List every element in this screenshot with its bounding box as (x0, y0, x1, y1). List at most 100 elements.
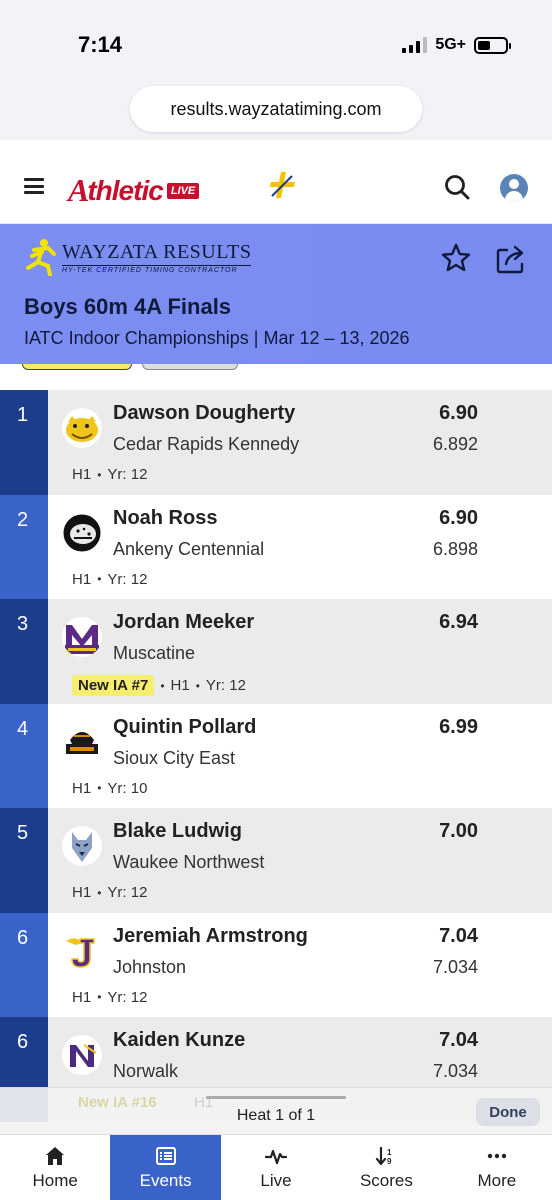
sort-icon: 19 (376, 1146, 392, 1166)
wayzata-results-logo: WAYZATA RESULTS HY-TEK CERTIFIED TIMING … (24, 238, 252, 276)
dragon-j-icon (62, 930, 102, 971)
filter-tab-stub[interactable] (22, 364, 132, 370)
result-meta: H1 • Yr: 12 (72, 989, 147, 1006)
school-name[interactable]: Johnston (113, 957, 186, 978)
athlete-name[interactable]: Quintin Pollard (113, 716, 256, 739)
svg-text:1: 1 (387, 1148, 392, 1157)
athlete-name[interactable]: Dawson Dougherty (113, 402, 295, 425)
school-name[interactable]: Muscatine (113, 643, 195, 664)
nav-label: More (477, 1170, 517, 1190)
result-row[interactable]: 2 Noah Ross Ankeny Centennial 6.90 6.898… (0, 494, 552, 599)
school-name[interactable]: Cedar Rapids Kennedy (113, 434, 299, 455)
heat-indicator: Heat 1 of 1 (236, 1107, 316, 1124)
record-badge: New IA #7 (72, 675, 155, 696)
separator-dot: • (97, 990, 102, 1004)
result-mark-precise: 7.034 (432, 956, 478, 977)
result-row[interactable]: 3 Jordan Meeker Muscatine 6.94 New IA #7… (0, 599, 552, 704)
year-label: Yr: 12 (107, 988, 148, 1006)
result-mark-precise: 7.034 (432, 1061, 478, 1081)
heat-label: H1 (72, 884, 92, 901)
year-label: Yr: 12 (107, 884, 148, 901)
status-indicators: 5G+ (402, 36, 511, 54)
place-number: 1 (0, 390, 48, 495)
athlete-name[interactable]: Kaiden Kunze (113, 1029, 245, 1052)
result-meta: H1 • Yr: 12 (72, 884, 147, 901)
separator-dot: • (160, 678, 165, 693)
result-mark: 6.90 (439, 402, 478, 424)
result-mark: 6.90 (439, 506, 478, 529)
result-row[interactable]: 5 Blake Ludwig Waukee Northwest 7.00 H1 … (0, 808, 552, 913)
result-row[interactable]: 4 Quintin Pollard Sioux City East 6.99 H… (0, 703, 552, 808)
result-row[interactable]: 1 Dawson Dougherty Cedar Rapids Kennedy … (0, 390, 552, 495)
heat-label: H1 (72, 466, 92, 483)
signal-icon (402, 37, 428, 53)
year-label: Yr: 12 (107, 570, 148, 588)
raider-icon (62, 721, 102, 762)
athletic-plus-icon[interactable] (268, 170, 298, 200)
result-meta: H1 • Yr: 12 (72, 466, 147, 483)
year-label: Yr: 12 (205, 677, 246, 694)
school-name[interactable]: Ankeny Centennial (113, 539, 264, 560)
results-list: 1 Dawson Dougherty Cedar Rapids Kennedy … (0, 390, 552, 1122)
event-subtitle: IATC Indoor Championships | Mar 12 – 13,… (24, 328, 410, 348)
nav-label: Home (32, 1170, 78, 1190)
result-mark: 7.04 (439, 1029, 478, 1051)
separator-dot: • (97, 885, 102, 900)
result-mark: 6.94 (439, 611, 478, 633)
separator-dot: • (97, 781, 102, 795)
school-name[interactable]: Norwalk (113, 1061, 178, 1082)
filter-tab-stub[interactable] (142, 364, 238, 370)
pulse-icon (265, 1149, 288, 1164)
done-button[interactable]: Done (476, 1098, 540, 1126)
school-name[interactable]: Sioux City East (113, 748, 235, 769)
place-number: 2 (0, 494, 48, 599)
drag-handle[interactable] (206, 1096, 346, 1099)
result-meta: H1 • Yr: 10 (72, 780, 147, 797)
ellipsis-icon (487, 1153, 507, 1158)
nav-live[interactable]: Live (221, 1135, 331, 1200)
athletic-live-logo[interactable]: A thletic LIVE (68, 172, 200, 209)
place-number: 6 (0, 912, 48, 1017)
logo-text: thletic (87, 174, 163, 206)
place-number: 3 (0, 599, 48, 704)
athlete-name[interactable]: Jeremiah Armstrong (113, 925, 308, 948)
nav-scores[interactable]: 19 Scores (331, 1135, 441, 1200)
share-icon[interactable] (494, 242, 528, 276)
norwalk-n-icon (62, 1035, 102, 1075)
nav-more[interactable]: More (442, 1135, 552, 1200)
list-icon (155, 1146, 176, 1165)
org-tagline: HY-TEK CERTIFIED TIMING CONTRACTOR (62, 264, 252, 274)
result-mark: 6.99 (439, 715, 478, 738)
year-label: Yr: 10 (107, 779, 148, 797)
result-mark-precise: 6.898 (432, 538, 478, 559)
result-mark: 7.00 (439, 820, 478, 842)
heat-label: H1 (72, 779, 92, 797)
browser-address-area: results.wayzatatiming.com (0, 80, 552, 140)
nav-events[interactable]: Events (110, 1135, 221, 1200)
url-bar[interactable]: results.wayzatatiming.com (130, 86, 422, 132)
athlete-name[interactable]: Noah Ross (113, 507, 217, 530)
athlete-name[interactable]: Jordan Meeker (113, 611, 254, 634)
site-header: A thletic LIVE (0, 140, 552, 224)
nav-label: Live (260, 1170, 292, 1190)
battery-icon (474, 36, 511, 54)
heat-label: H1 (170, 677, 190, 694)
nav-label: Scores (359, 1170, 413, 1190)
favorite-star-icon[interactable] (440, 242, 472, 274)
school-name[interactable]: Waukee Northwest (113, 852, 264, 873)
result-meta: H1 • Yr: 12 (72, 571, 147, 588)
nav-label: Events (139, 1170, 192, 1190)
muskies-icon (62, 617, 102, 657)
nav-home[interactable]: Home (0, 1135, 110, 1200)
svg-text:9: 9 (387, 1157, 392, 1166)
heat-label: H1 (72, 988, 92, 1006)
hamburger-menu-icon[interactable] (24, 178, 44, 194)
result-row[interactable]: 6 Jeremiah Armstrong Johnston 7.04 7.034… (0, 912, 552, 1017)
search-icon[interactable] (444, 174, 470, 200)
heat-toolbar: New IA #16 H1 Heat 1 of 1 Done (0, 1087, 552, 1134)
org-name: WAYZATA RESULTS (62, 240, 252, 263)
logo-initial: A (68, 172, 90, 208)
account-icon[interactable] (500, 174, 528, 202)
result-meta: New IA #7 • H1 • Yr: 12 (72, 675, 246, 696)
athlete-name[interactable]: Blake Ludwig (113, 820, 242, 843)
